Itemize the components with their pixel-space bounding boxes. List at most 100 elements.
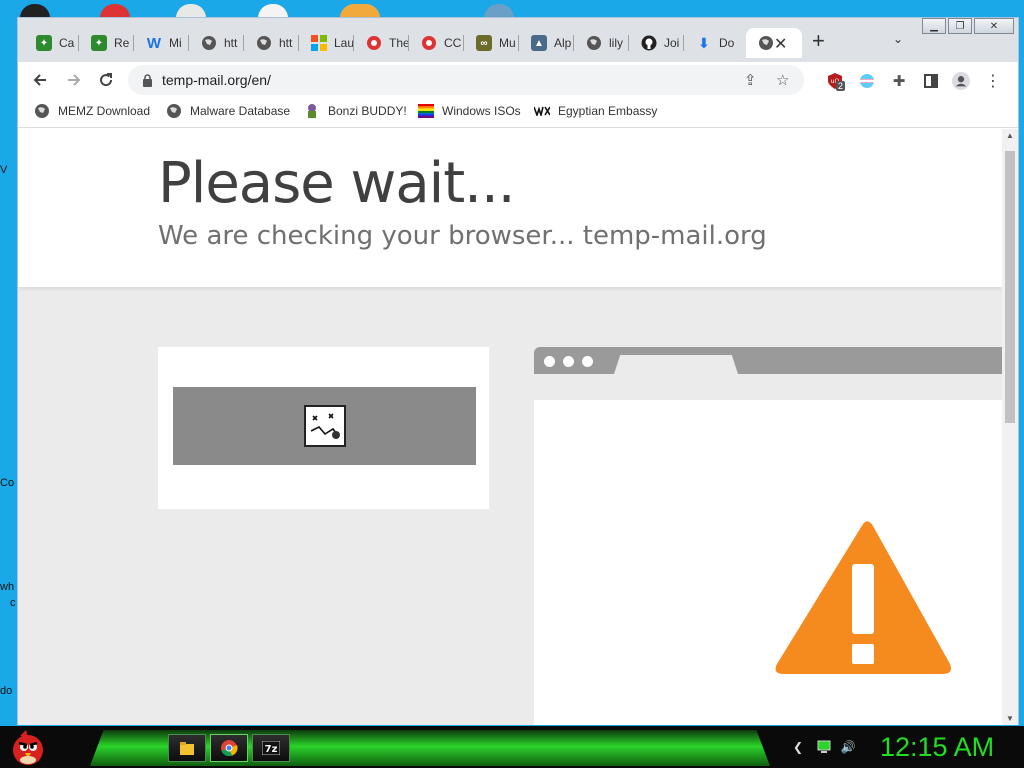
red-swirl-icon: [366, 35, 382, 51]
windows-logo-icon: [311, 35, 327, 51]
page-header: Please wait... We are checking your brow…: [18, 129, 1002, 287]
svg-text:7z: 7z: [265, 744, 278, 755]
tab[interactable]: CC: [409, 28, 464, 58]
illustration-body: [534, 400, 1002, 725]
bonzi-green-icon: ✦: [91, 35, 107, 51]
start-button[interactable]: [8, 728, 48, 766]
tab[interactable]: ✦ Ca: [24, 28, 79, 58]
tab-label: Lau: [334, 36, 354, 50]
forward-arrow-icon: [68, 74, 81, 86]
red-swirl-icon: [421, 35, 437, 51]
github-icon: [641, 35, 657, 51]
browser-toolbar: temp-mail.org/en/ ⇪ ☆ uO 2 ✚ ⋮: [18, 62, 1018, 98]
tab-label: Ca: [59, 36, 75, 50]
lock-icon[interactable]: [142, 74, 153, 87]
network-monitor-icon[interactable]: [816, 739, 832, 755]
taskbar-file-explorer[interactable]: [168, 734, 206, 762]
desktop-icon-globe[interactable]: [484, 4, 514, 18]
bookmark-item[interactable]: Windows ISOs: [418, 103, 521, 119]
ublock-extension-icon[interactable]: uO 2: [826, 72, 846, 91]
desktop-icon-dark[interactable]: [20, 4, 50, 18]
warning-triangle-icon: [775, 521, 951, 674]
tab[interactable]: lily: [574, 28, 629, 58]
scroll-down-arrow-icon[interactable]: ▼: [1006, 714, 1014, 723]
share-icon[interactable]: ⇪: [744, 71, 757, 89]
tab-label: CC: [444, 36, 462, 50]
scrollbar-thumb[interactable]: [1005, 151, 1015, 423]
extensions-puzzle-icon[interactable]: ✚: [890, 72, 908, 90]
globe-icon: [34, 103, 50, 119]
desktop-icon-red[interactable]: [100, 4, 130, 18]
bookmark-label: Egyptian Embassy: [558, 104, 658, 118]
bookmark-label: MEMZ Download: [58, 104, 151, 118]
tab[interactable]: ∞ Mu: [464, 28, 519, 58]
bookmark-item[interactable]: MEMZ Download: [34, 103, 150, 119]
bonzi-icon: [304, 103, 320, 119]
tab-label: Alp: [554, 36, 572, 50]
desktop-label: Co: [0, 477, 15, 489]
tab[interactable]: Lau: [299, 28, 354, 58]
bookmark-star-icon[interactable]: ☆: [776, 71, 789, 89]
chrome-icon: [221, 740, 238, 757]
desktop-icon-white[interactable]: [258, 4, 288, 18]
desktop-label: wh: [0, 581, 15, 593]
tab[interactable]: ✦ Re: [79, 28, 134, 58]
flag-extension-icon[interactable]: [858, 72, 876, 90]
bookmark-item[interactable]: Malware Database: [166, 103, 290, 119]
tab-label: Mi: [169, 36, 182, 50]
forward-button[interactable]: [62, 68, 86, 92]
taskbar-clock[interactable]: 12:15 AM: [880, 732, 994, 763]
page-subtitle: We are checking your browser... temp-mai…: [158, 221, 767, 251]
tab[interactable]: W Mi: [134, 28, 189, 58]
maximize-button[interactable]: ❐: [948, 18, 972, 34]
address-bar[interactable]: temp-mail.org/en/ ⇪ ☆: [128, 65, 804, 95]
captcha-widget[interactable]: [173, 387, 476, 465]
bookmark-label: Windows ISOs: [442, 104, 521, 118]
extension-badge: 2: [836, 81, 846, 91]
desktop-left-edge: V Co wh c do: [0, 18, 17, 726]
tab-label: Do: [719, 36, 735, 50]
tab-label: Joi: [664, 36, 680, 50]
tab[interactable]: The: [354, 28, 409, 58]
illustration-tab: [614, 355, 738, 374]
tab-label: lily: [609, 36, 623, 50]
back-arrow-icon: [33, 74, 46, 86]
captcha-card: [158, 347, 489, 509]
profile-avatar-icon[interactable]: [952, 72, 970, 90]
url-text[interactable]: temp-mail.org/en/: [162, 72, 271, 88]
broken-image-icon: [304, 405, 346, 447]
illustration-dot: [563, 356, 574, 367]
globe-icon: [758, 35, 774, 51]
angry-bird-icon: [13, 730, 43, 765]
desktop-icon-doc[interactable]: [176, 4, 206, 18]
page-title: Please wait...: [158, 151, 516, 216]
tab-search-chevron-icon[interactable]: ⌄: [893, 32, 903, 46]
tray-chevron-icon[interactable]: ❮: [790, 739, 806, 755]
download-icon: ⬇: [698, 34, 710, 51]
volume-icon[interactable]: 🔊: [840, 739, 856, 755]
tab[interactable]: htt: [189, 28, 244, 58]
close-tab-icon[interactable]: ✕: [774, 34, 787, 54]
tab[interactable]: htt: [244, 28, 299, 58]
bonzi-green-icon: ✦: [36, 35, 52, 51]
bookmark-item[interactable]: Egyptian Embassy: [534, 103, 657, 119]
tab-strip: ✦ Ca ✦ Re W Mi htt htt Lau The CC ∞ Mu ▲…: [18, 18, 1018, 62]
reload-button[interactable]: [94, 68, 118, 92]
taskbar-chrome[interactable]: [210, 734, 248, 762]
back-button[interactable]: [28, 68, 52, 92]
desktop-icon-orange[interactable]: [340, 4, 380, 18]
tab[interactable]: ▲ Alp: [519, 28, 574, 58]
close-window-button[interactable]: ✕: [974, 18, 1014, 34]
page-scrollbar[interactable]: ▲ ▼: [1002, 129, 1018, 725]
tab[interactable]: ⬇ Do: [684, 28, 739, 58]
tab[interactable]: Joi: [629, 28, 684, 58]
desktop-label: V: [0, 164, 8, 176]
bookmark-item[interactable]: Bonzi BUDDY!: [304, 103, 407, 119]
taskbar-7zip[interactable]: 7z: [252, 734, 290, 762]
scroll-up-arrow-icon[interactable]: ▲: [1006, 131, 1014, 140]
side-panel-icon[interactable]: [922, 72, 940, 90]
menu-kebab-icon[interactable]: ⋮: [984, 72, 1002, 90]
minimize-button[interactable]: ▁: [922, 18, 946, 34]
page-content: Please wait... We are checking your brow…: [18, 129, 1002, 725]
new-tab-button[interactable]: +: [812, 30, 825, 52]
